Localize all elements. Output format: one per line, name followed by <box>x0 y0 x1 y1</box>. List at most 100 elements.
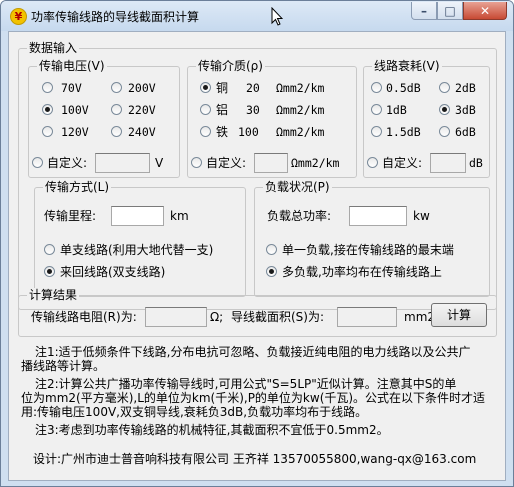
resistance-label: 传输线路电阻(R)为: <box>31 310 137 324</box>
maximize-button[interactable]: □ <box>437 2 463 20</box>
power-unit: kw <box>413 209 430 223</box>
medium-option-metal: 铜 <box>216 81 229 95</box>
method-label: 传输方式(L) <box>43 180 112 194</box>
power-label: 负载总功率: <box>267 209 332 223</box>
voltage-custom-input[interactable] <box>95 153 150 173</box>
attenuation-option-0.5db[interactable] <box>371 82 382 93</box>
distance-input[interactable] <box>111 206 164 226</box>
designer-credit: 设计:广州市迪士普音响科技有限公司 王齐祥 13570055800,wang-q… <box>33 452 477 466</box>
medium-option-unit: Ωmm2/km <box>276 125 325 139</box>
close-icon: ✕ <box>479 4 491 18</box>
voltage-group: 传输电压(V) 70V 100V 120V 200V 220V 240V 自定义… <box>28 59 180 178</box>
app-window: ¥ 功率传输线路的导线截面积计算 – □ ✕ 数据输入 传输电压(V) 70V … <box>0 0 514 487</box>
method-group: 传输方式(L) 传输里程: km 单支线路(利用大地代替一支) 来回线路(双支线… <box>34 180 246 297</box>
note-2-line-1: 注2:计算公共广播功率传输导线时,可用公式"S=5LP"近似计算。注意其中S的单 <box>35 377 457 391</box>
distance-unit: km <box>170 209 189 223</box>
medium-option-value: 30 <box>246 103 260 117</box>
method-option-double[interactable] <box>44 266 55 277</box>
voltage-label: 传输电压(V) <box>37 59 107 73</box>
load-option-label: 多负载,功率均布在传输线路上 <box>282 265 442 279</box>
medium-option-value: 100 <box>238 125 259 139</box>
attenuation-custom-label: 自定义: <box>382 156 423 170</box>
medium-custom-radio[interactable] <box>191 157 202 168</box>
area-output <box>337 307 397 327</box>
voltage-option-label: 120V <box>61 125 89 139</box>
method-option-label: 来回线路(双支线路) <box>60 265 166 279</box>
power-input[interactable] <box>349 206 407 226</box>
attenuation-option-3db[interactable] <box>439 104 450 115</box>
attenuation-custom-radio[interactable] <box>367 157 378 168</box>
load-option-distributed[interactable] <box>266 266 277 277</box>
window-title: 功率传输线路的导线截面积计算 <box>31 10 200 24</box>
maximize-icon: □ <box>444 4 456 18</box>
voltage-custom-label: 自定义: <box>47 156 88 170</box>
voltage-option-label: 100V <box>61 103 89 117</box>
calculate-button[interactable]: 计算 <box>431 303 487 327</box>
app-icon: ¥ <box>10 8 27 25</box>
attenuation-option-label: 0.5dB <box>386 81 421 95</box>
result-group: 计算结果 传输线路电阻(R)为: Ω; 导线截面积(S)为: mm2 计算 <box>18 288 497 337</box>
data-input-group: 数据输入 传输电压(V) 70V 100V 120V 200V 220V 240… <box>18 41 497 310</box>
voltage-option-label: 240V <box>128 125 156 139</box>
voltage-option-70v[interactable] <box>42 82 53 93</box>
method-option-label: 单支线路(利用大地代替一支) <box>60 243 214 257</box>
attenuation-unit: dB <box>469 156 483 170</box>
close-button[interactable]: ✕ <box>463 2 507 20</box>
minimize-button[interactable]: – <box>411 2 437 20</box>
attenuation-option-1.5db[interactable] <box>371 126 382 137</box>
load-group: 负载状况(P) 负载总功率: kw 单一负载,接在传输线路的最末端 多负载,功率… <box>254 180 490 297</box>
attenuation-option-label: 1.5dB <box>386 125 421 139</box>
attenuation-option-6db[interactable] <box>439 126 450 137</box>
medium-custom-input[interactable] <box>254 153 288 173</box>
attenuation-group: 线路衰耗(V) 0.5dB 1dB 1.5dB 2dB 3dB 6dB 自定义:… <box>363 59 490 178</box>
attenuation-custom-input[interactable] <box>430 153 466 173</box>
medium-label: 传输介质(ρ) <box>196 59 265 73</box>
client-area: 数据输入 传输电压(V) 70V 100V 120V 200V 220V 240… <box>8 31 506 481</box>
medium-option-unit: Ωmm2/km <box>276 81 325 95</box>
attenuation-option-label: 2dB <box>455 81 476 95</box>
result-label: 计算结果 <box>27 288 80 302</box>
note-1-line-1: 注1:适于低频条件下线路,分布电抗可忽略、负载接近纯电阻的电力线路以及公共广 <box>35 345 471 359</box>
note-3: 注3:考虑到功率传输线路的机械特征,其截面积不宜低于0.5mm2。 <box>35 423 389 437</box>
attenuation-option-label: 3dB <box>455 103 476 117</box>
distance-label: 传输里程: <box>44 209 97 223</box>
attenuation-option-label: 1dB <box>386 103 407 117</box>
load-option-single[interactable] <box>266 244 277 255</box>
medium-option-metal: 铝 <box>216 103 229 117</box>
voltage-option-label: 200V <box>128 81 156 95</box>
resistance-output <box>145 307 207 327</box>
resistance-unit: Ω; <box>210 310 224 324</box>
note-2-line-2: 位为mm2(平方毫米),L的单位为km(千米),P的单位为kw(千瓦)。公式在以… <box>21 391 486 405</box>
minimize-icon: – <box>421 4 427 18</box>
title-bar[interactable]: ¥ 功率传输线路的导线截面积计算 – □ ✕ <box>1 1 513 31</box>
voltage-option-200v[interactable] <box>111 82 122 93</box>
attenuation-option-1db[interactable] <box>371 104 382 115</box>
medium-option-aluminium[interactable] <box>200 104 211 115</box>
attenuation-option-2db[interactable] <box>439 82 450 93</box>
note-1-line-2: 播线路等计算。 <box>21 359 106 373</box>
voltage-custom-radio[interactable] <box>32 157 43 168</box>
voltage-option-220v[interactable] <box>111 104 122 115</box>
method-option-single[interactable] <box>44 244 55 255</box>
voltage-option-120v[interactable] <box>42 126 53 137</box>
attenuation-option-label: 6dB <box>455 125 476 139</box>
area-label: 导线截面积(S)为: <box>231 310 325 324</box>
medium-group: 传输介质(ρ) 铜 20 Ωmm2/km 铝 30 Ωmm2/km 铁 100 … <box>187 59 357 178</box>
data-input-label: 数据输入 <box>27 41 80 55</box>
voltage-option-label: 70V <box>61 81 82 95</box>
medium-option-unit: Ωmm2/km <box>276 103 325 117</box>
medium-option-iron[interactable] <box>200 126 211 137</box>
load-option-label: 单一负载,接在传输线路的最末端 <box>282 243 454 257</box>
medium-option-metal: 铁 <box>216 125 229 139</box>
voltage-option-240v[interactable] <box>111 126 122 137</box>
medium-custom-label: 自定义: <box>206 156 247 170</box>
voltage-option-100v[interactable] <box>42 104 53 115</box>
medium-option-copper[interactable] <box>200 82 211 93</box>
mouse-cursor-icon <box>271 7 283 26</box>
medium-option-value: 20 <box>246 81 260 95</box>
medium-unit: Ωmm2/km <box>291 156 340 170</box>
attenuation-label: 线路衰耗(V) <box>372 59 442 73</box>
voltage-option-label: 220V <box>128 103 156 117</box>
load-label: 负载状况(P) <box>263 180 332 194</box>
window-controls: – □ ✕ <box>411 2 507 20</box>
